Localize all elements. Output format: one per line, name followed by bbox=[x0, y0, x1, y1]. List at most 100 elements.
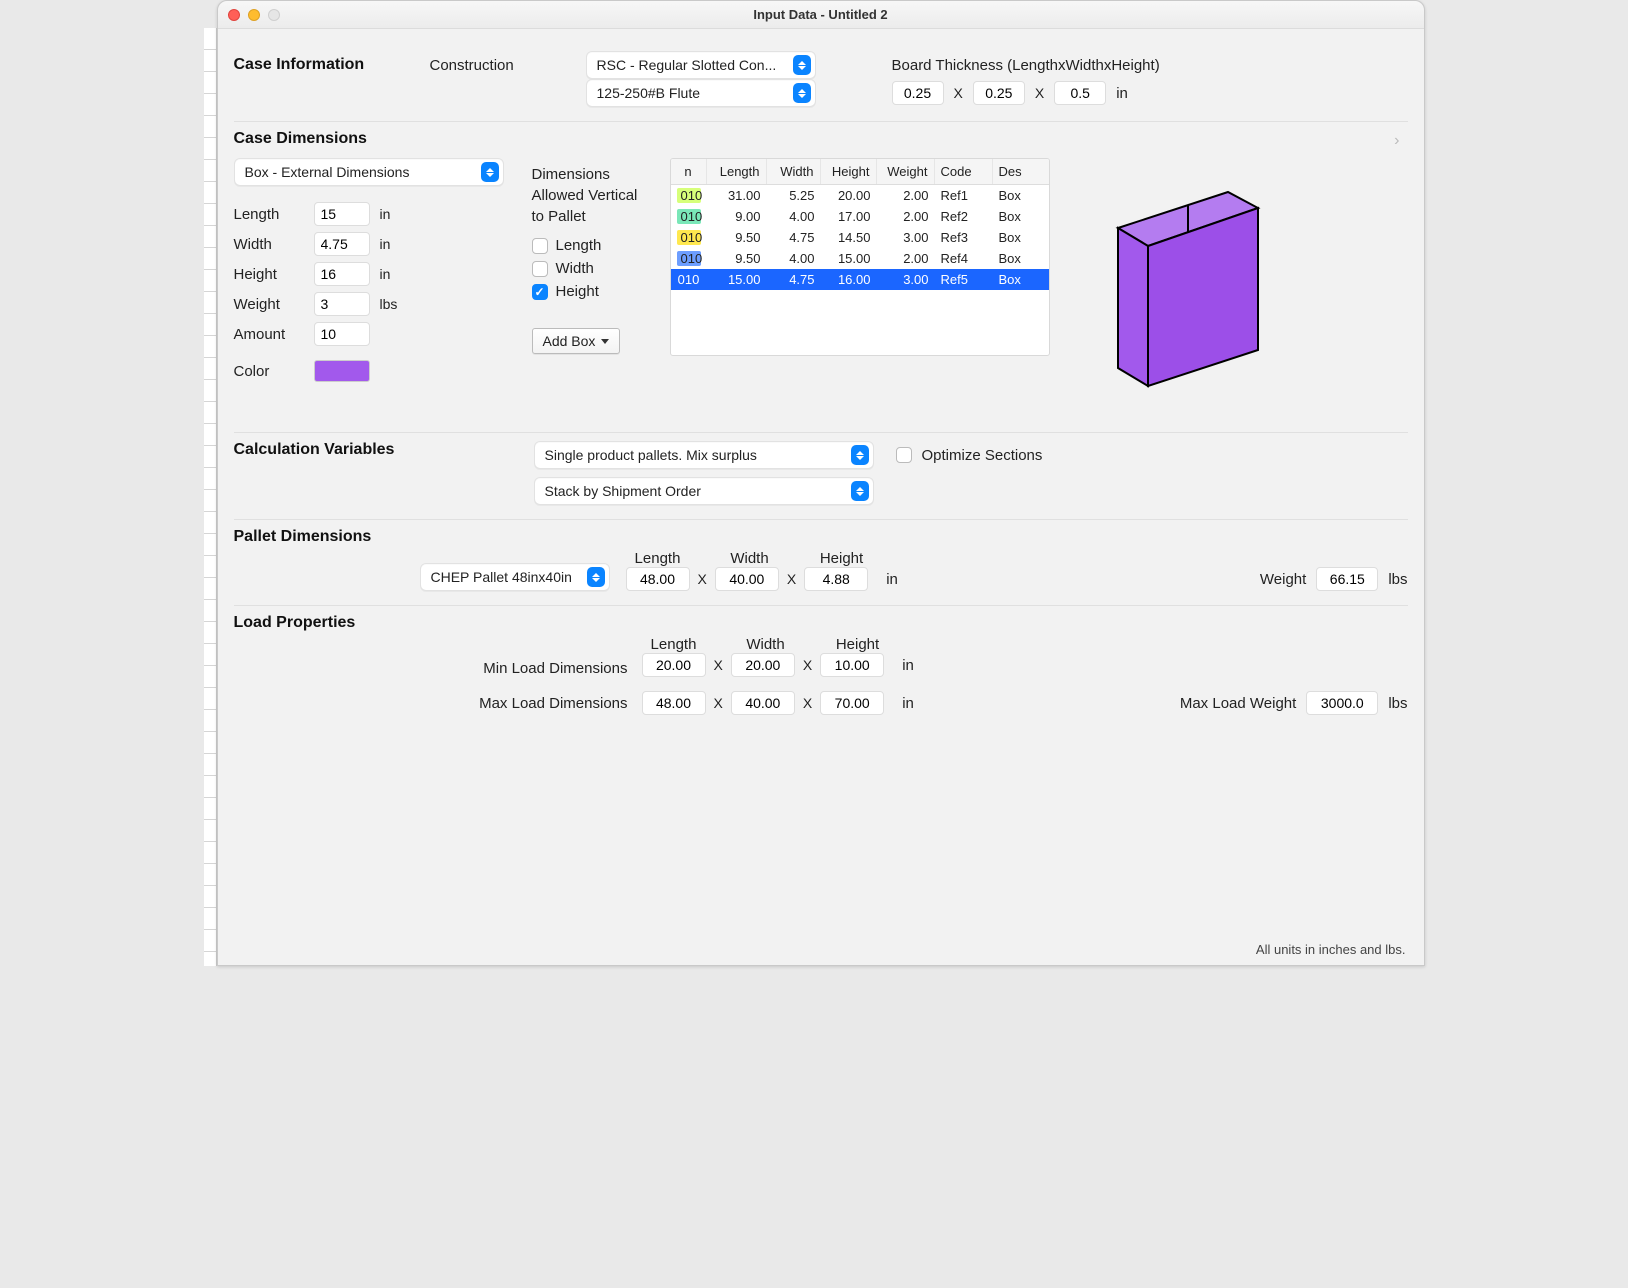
th-des[interactable]: Des bbox=[993, 159, 1050, 184]
table-cell: 9.50 bbox=[707, 248, 767, 269]
dialog-window: Input Data - Untitled 2 Case Information… bbox=[217, 0, 1425, 966]
max-load-length-input[interactable] bbox=[642, 691, 706, 715]
table-row[interactable]: 0109.504.0015.002.00Ref4Box bbox=[671, 248, 1049, 269]
add-box-button-label: Add Box bbox=[543, 333, 596, 349]
load-height-col-label: Height bbox=[826, 636, 890, 653]
width-input[interactable] bbox=[314, 232, 370, 256]
stepper-icon bbox=[793, 55, 811, 75]
width-label: Width bbox=[234, 236, 304, 253]
weight-input[interactable] bbox=[314, 292, 370, 316]
th-height[interactable]: Height bbox=[821, 159, 877, 184]
th-width[interactable]: Width bbox=[767, 159, 821, 184]
table-cell: 4.75 bbox=[767, 227, 821, 248]
stepper-icon bbox=[587, 567, 605, 587]
max-load-dim-label: Max Load Dimensions bbox=[468, 695, 628, 712]
case-information-heading: Case Information bbox=[234, 56, 424, 74]
th-n[interactable]: n bbox=[671, 159, 707, 184]
mix-mode-select-value: Single product pallets. Mix surplus bbox=[545, 447, 757, 463]
max-load-weight-input[interactable] bbox=[1306, 691, 1378, 715]
th-weight[interactable]: Weight bbox=[877, 159, 935, 184]
mix-mode-select[interactable]: Single product pallets. Mix surplus bbox=[534, 441, 874, 469]
pallet-type-select[interactable]: CHEP Pallet 48inx40in bbox=[420, 563, 610, 591]
dimension-mode-select[interactable]: Box - External Dimensions bbox=[234, 158, 504, 186]
table-cell: 010 bbox=[671, 206, 707, 227]
height-unit: in bbox=[380, 266, 391, 282]
traffic-lights bbox=[228, 9, 280, 21]
amount-input[interactable] bbox=[314, 322, 370, 346]
allow-length-checkbox[interactable] bbox=[532, 238, 548, 254]
construction-select-value: RSC - Regular Slotted Con... bbox=[597, 57, 777, 73]
construction-label: Construction bbox=[430, 57, 580, 74]
pallet-weight-input[interactable] bbox=[1316, 567, 1378, 591]
th-length[interactable]: Length bbox=[707, 159, 767, 184]
th-code[interactable]: Code bbox=[935, 159, 993, 184]
dimensions-allowed-caption: Dimensions Allowed Vertical to Pallet bbox=[532, 164, 652, 227]
optimize-sections-label: Optimize Sections bbox=[922, 447, 1043, 464]
chevron-right-icon[interactable]: › bbox=[1394, 132, 1399, 150]
allow-height-label: Height bbox=[556, 283, 599, 300]
table-cell: 31.00 bbox=[707, 185, 767, 206]
max-load-unit: in bbox=[902, 695, 914, 712]
table-cell: 5.25 bbox=[767, 185, 821, 206]
optimize-sections-checkbox[interactable] bbox=[896, 447, 912, 463]
length-label: Length bbox=[234, 206, 304, 223]
table-cell: 010 bbox=[671, 248, 707, 269]
table-row[interactable]: 0109.504.7514.503.00Ref3Box bbox=[671, 227, 1049, 248]
height-label: Height bbox=[234, 266, 304, 283]
min-load-width-input[interactable] bbox=[731, 653, 795, 677]
board-thickness-width-input[interactable] bbox=[973, 81, 1025, 105]
pallet-length-col-label: Length bbox=[626, 550, 690, 567]
pallet-type-select-value: CHEP Pallet 48inx40in bbox=[431, 569, 572, 585]
table-cell: Ref3 bbox=[935, 227, 993, 248]
window-close-button[interactable] bbox=[228, 9, 240, 21]
table-row[interactable]: 01031.005.2520.002.00Ref1Box bbox=[671, 185, 1049, 206]
load-width-col-label: Width bbox=[734, 636, 798, 653]
stepper-icon bbox=[851, 481, 869, 501]
pallet-width-input[interactable] bbox=[715, 567, 779, 591]
stack-mode-select[interactable]: Stack by Shipment Order bbox=[534, 477, 874, 505]
table-cell: 3.00 bbox=[877, 227, 935, 248]
pallet-length-input[interactable] bbox=[626, 567, 690, 591]
pallet-dimensions-heading: Pallet Dimensions bbox=[234, 528, 1408, 546]
table-row[interactable]: 01015.004.7516.003.00Ref5Box bbox=[671, 269, 1049, 290]
color-swatch[interactable] bbox=[314, 360, 370, 382]
length-input[interactable] bbox=[314, 202, 370, 226]
min-load-height-input[interactable] bbox=[820, 653, 884, 677]
board-thickness-length-input[interactable] bbox=[892, 81, 944, 105]
x-separator: X bbox=[803, 657, 812, 673]
min-load-dim-label: Min Load Dimensions bbox=[468, 660, 628, 677]
max-load-weight-label: Max Load Weight bbox=[1180, 695, 1296, 712]
window-minimize-button[interactable] bbox=[248, 9, 260, 21]
table-cell: Ref5 bbox=[935, 269, 993, 290]
add-box-button[interactable]: Add Box bbox=[532, 328, 621, 354]
pallet-height-col-label: Height bbox=[810, 550, 874, 567]
caret-down-icon bbox=[601, 339, 609, 344]
height-input[interactable] bbox=[314, 262, 370, 286]
board-thickness-height-input[interactable] bbox=[1054, 81, 1106, 105]
table-cell: 010 bbox=[671, 269, 707, 290]
amount-label: Amount bbox=[234, 326, 304, 343]
table-cell: Box bbox=[993, 206, 1050, 227]
case-dimensions-heading: Case Dimensions bbox=[234, 130, 1408, 148]
stepper-icon bbox=[851, 445, 869, 465]
box-table[interactable]: n Length Width Height Weight Code Des 01… bbox=[670, 158, 1050, 356]
flute-select-value: 125-250#B Flute bbox=[597, 85, 701, 101]
table-cell: 3.00 bbox=[877, 269, 935, 290]
pallet-height-input[interactable] bbox=[804, 567, 868, 591]
calculation-variables-section: Calculation Variables Single product pal… bbox=[234, 433, 1408, 520]
board-thickness-label: Board Thickness (LengthxWidthxHeight) bbox=[892, 57, 1408, 74]
max-load-height-input[interactable] bbox=[820, 691, 884, 715]
table-cell: Box bbox=[993, 269, 1050, 290]
max-load-width-input[interactable] bbox=[731, 691, 795, 715]
min-load-length-input[interactable] bbox=[642, 653, 706, 677]
allow-height-checkbox[interactable] bbox=[532, 284, 548, 300]
allow-width-checkbox[interactable] bbox=[532, 261, 548, 277]
construction-select[interactable]: RSC - Regular Slotted Con... bbox=[586, 51, 816, 79]
flute-select[interactable]: 125-250#B Flute bbox=[586, 79, 816, 107]
case-dimensions-section: › Case Dimensions Box - External Dimensi… bbox=[234, 122, 1408, 433]
x-separator: X bbox=[954, 85, 963, 101]
table-row[interactable]: 0109.004.0017.002.00Ref2Box bbox=[671, 206, 1049, 227]
color-label: Color bbox=[234, 363, 304, 380]
table-cell: 20.00 bbox=[821, 185, 877, 206]
table-cell: 15.00 bbox=[821, 248, 877, 269]
